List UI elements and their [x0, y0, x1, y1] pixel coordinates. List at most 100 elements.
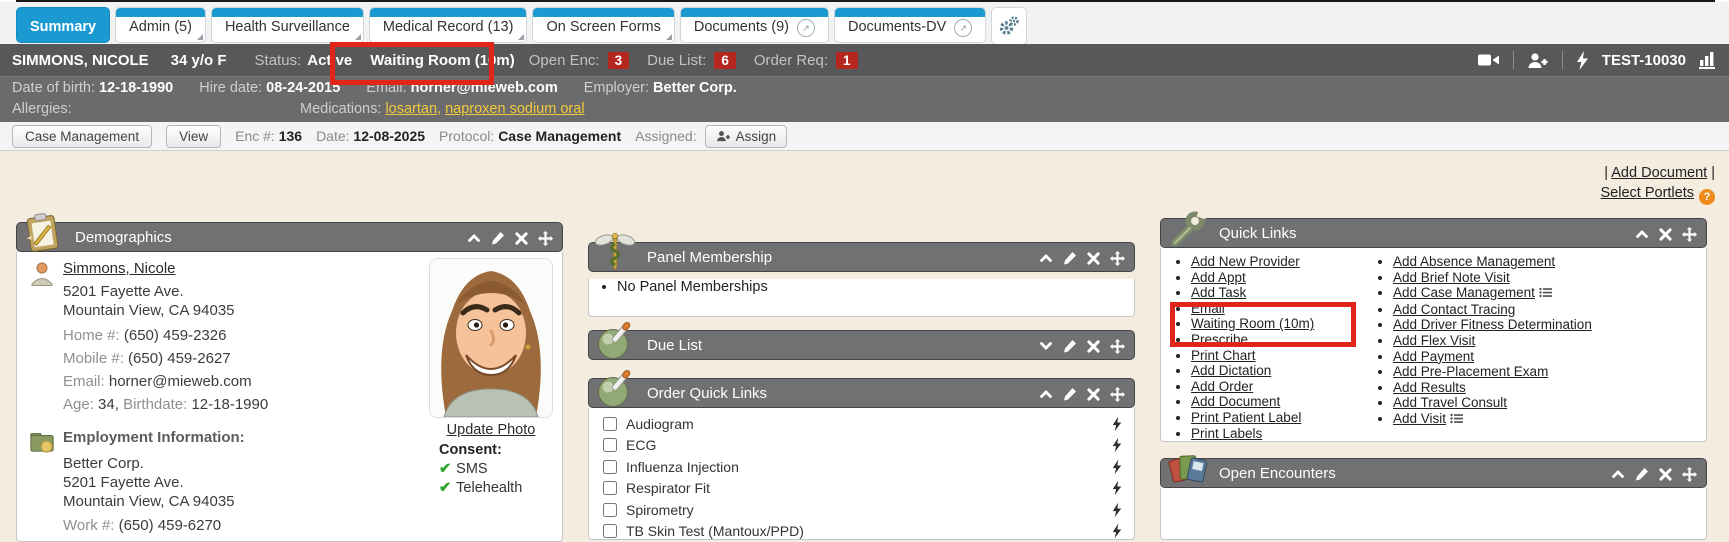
portlet-controls	[1611, 459, 1697, 489]
tab-on-screen-forms[interactable]: On Screen Forms	[532, 7, 674, 43]
tab-health-surveillance[interactable]: Health Surveillance	[211, 7, 364, 43]
panel-membership-empty: No Panel Memberships	[617, 279, 1134, 295]
medication-link[interactable]: naproxen sodium oral	[445, 101, 584, 117]
external-link-icon[interactable]: ↗	[797, 19, 815, 37]
quick-link[interactable]: Add Document	[1191, 394, 1280, 409]
close-x-icon[interactable]	[1087, 252, 1100, 265]
move-icon[interactable]	[1110, 251, 1125, 266]
address-line2: Mountain View, CA 94035	[63, 301, 414, 320]
order-checkbox[interactable]	[603, 503, 617, 517]
expand-chevron-icon[interactable]	[1039, 339, 1053, 353]
quick-link[interactable]: Add Travel Consult	[1393, 395, 1507, 410]
quick-link[interactable]: Add Dictation	[1191, 363, 1271, 378]
collapse-chevron-icon[interactable]	[467, 231, 481, 245]
tab-fold-icon	[666, 34, 672, 40]
collapse-chevron-icon[interactable]	[1039, 251, 1053, 265]
email-row: Email: horner@mieweb.com	[63, 370, 414, 393]
quick-link[interactable]: Add Pre-Placement Exam	[1393, 364, 1548, 379]
quick-order-bolt-icon[interactable]	[1112, 437, 1122, 453]
quick-link[interactable]: Add Order	[1191, 379, 1253, 394]
patient-photo[interactable]	[429, 258, 553, 418]
quick-order-bolt-icon[interactable]	[1112, 502, 1122, 518]
consent-telehealth: ✔Telehealth	[439, 480, 557, 496]
quick-link[interactable]: Add Results	[1393, 380, 1466, 395]
quick-link[interactable]: Print Labels	[1191, 426, 1262, 441]
collapse-chevron-icon[interactable]	[1611, 467, 1625, 481]
quick-order-bolt-icon[interactable]	[1112, 416, 1122, 432]
tab-summary[interactable]: Summary	[16, 7, 110, 43]
quick-link-waiting-room[interactable]: Waiting Room (10m)	[1191, 316, 1314, 331]
order-checkbox[interactable]	[603, 524, 617, 538]
select-portlets-link[interactable]: Select Portlets	[1601, 185, 1695, 201]
video-camera-icon[interactable]	[1478, 52, 1500, 68]
order-checkbox[interactable]	[603, 460, 617, 474]
quick-order-bolt-icon[interactable]	[1112, 523, 1122, 539]
quick-link[interactable]: Add Appt	[1191, 270, 1246, 285]
quick-link[interactable]: Add New Provider	[1191, 254, 1300, 269]
flowchart-icon[interactable]	[1699, 52, 1715, 69]
edit-pencil-icon[interactable]	[1063, 387, 1077, 401]
quick-order-bolt-icon[interactable]	[1112, 480, 1122, 496]
quick-link[interactable]: Add Visit	[1393, 411, 1446, 426]
tab-documents[interactable]: Documents (9)↗	[680, 7, 829, 43]
view-button[interactable]: View	[166, 125, 221, 148]
quick-link[interactable]: Add Absence Management	[1393, 254, 1555, 269]
move-icon[interactable]	[1110, 387, 1125, 402]
quick-link[interactable]: Add Brief Note Visit	[1393, 270, 1510, 285]
quick-link[interactable]: Prescribe	[1191, 332, 1248, 347]
external-link-icon[interactable]: ↗	[954, 19, 972, 37]
close-x-icon[interactable]	[1087, 388, 1100, 401]
open-encounters-icon	[1165, 447, 1209, 491]
employment-title: Employment Information:	[63, 428, 245, 448]
edit-pencil-icon[interactable]	[1063, 251, 1077, 265]
quick-link[interactable]: Add Case Management	[1393, 285, 1535, 300]
open-enc-badge[interactable]: 3	[608, 52, 630, 69]
edit-pencil-icon[interactable]	[1063, 339, 1077, 353]
move-icon[interactable]	[1110, 339, 1125, 354]
quick-link[interactable]: Add Driver Fitness Determination	[1393, 317, 1592, 332]
update-photo-link[interactable]: Update Photo	[447, 422, 536, 438]
waiting-room-link[interactable]: Waiting Room (10m)	[370, 52, 514, 69]
quick-order-bolt-icon[interactable]	[1112, 459, 1122, 475]
tab-medical-record[interactable]: Medical Record (13)	[369, 7, 528, 43]
due-list-badge[interactable]: 6	[714, 52, 736, 69]
quick-link[interactable]: Print Chart	[1191, 348, 1256, 363]
collapse-chevron-icon[interactable]	[1039, 387, 1053, 401]
collapse-chevron-icon[interactable]	[1635, 227, 1649, 241]
settings-gear-button[interactable]	[991, 7, 1027, 45]
order-checkbox[interactable]	[603, 481, 617, 495]
quick-link[interactable]: Add Flex Visit	[1393, 333, 1475, 348]
clipboard-icon	[21, 211, 65, 255]
medication-link[interactable]: losartan,	[385, 101, 441, 117]
close-x-icon[interactable]	[1659, 468, 1672, 481]
quick-link[interactable]: Add Contact Tracing	[1393, 302, 1515, 317]
tab-admin[interactable]: Admin (5)	[115, 7, 206, 43]
close-x-icon[interactable]	[515, 232, 528, 245]
order-checkbox[interactable]	[603, 417, 617, 431]
quick-link[interactable]: Add Payment	[1393, 349, 1474, 364]
move-icon[interactable]	[1682, 467, 1697, 482]
help-icon[interactable]: ?	[1699, 189, 1715, 205]
person-add-icon[interactable]	[1527, 52, 1549, 69]
quick-link[interactable]: Email	[1191, 301, 1225, 316]
edit-pencil-icon[interactable]	[1635, 467, 1649, 481]
quick-link[interactable]: Add Task	[1191, 285, 1246, 300]
close-x-icon[interactable]	[1087, 340, 1100, 353]
portlet-title: Open Encounters	[1219, 465, 1336, 482]
patient-name-link[interactable]: Simmons, Nicole	[63, 260, 176, 277]
assign-button[interactable]: Assign	[705, 125, 788, 148]
anniversary-row: Medical Anniversary Date: 02-15-2016	[63, 537, 414, 542]
quick-link[interactable]: Print Patient Label	[1191, 410, 1301, 425]
encounter-toolbar: Case Management View Enc #: 136 Date: 12…	[0, 122, 1729, 151]
assigned-label: Assigned:	[635, 128, 696, 144]
edit-pencil-icon[interactable]	[491, 231, 505, 245]
lightning-icon[interactable]	[1576, 51, 1589, 70]
move-icon[interactable]	[538, 231, 553, 246]
move-icon[interactable]	[1682, 227, 1697, 242]
order-checkbox[interactable]	[603, 438, 617, 452]
close-x-icon[interactable]	[1659, 228, 1672, 241]
case-management-button[interactable]: Case Management	[12, 125, 152, 148]
order-req-badge[interactable]: 1	[836, 52, 858, 69]
tab-documents-dv[interactable]: Documents-DV↗	[834, 7, 986, 43]
add-document-link[interactable]: Add Document	[1611, 165, 1707, 181]
